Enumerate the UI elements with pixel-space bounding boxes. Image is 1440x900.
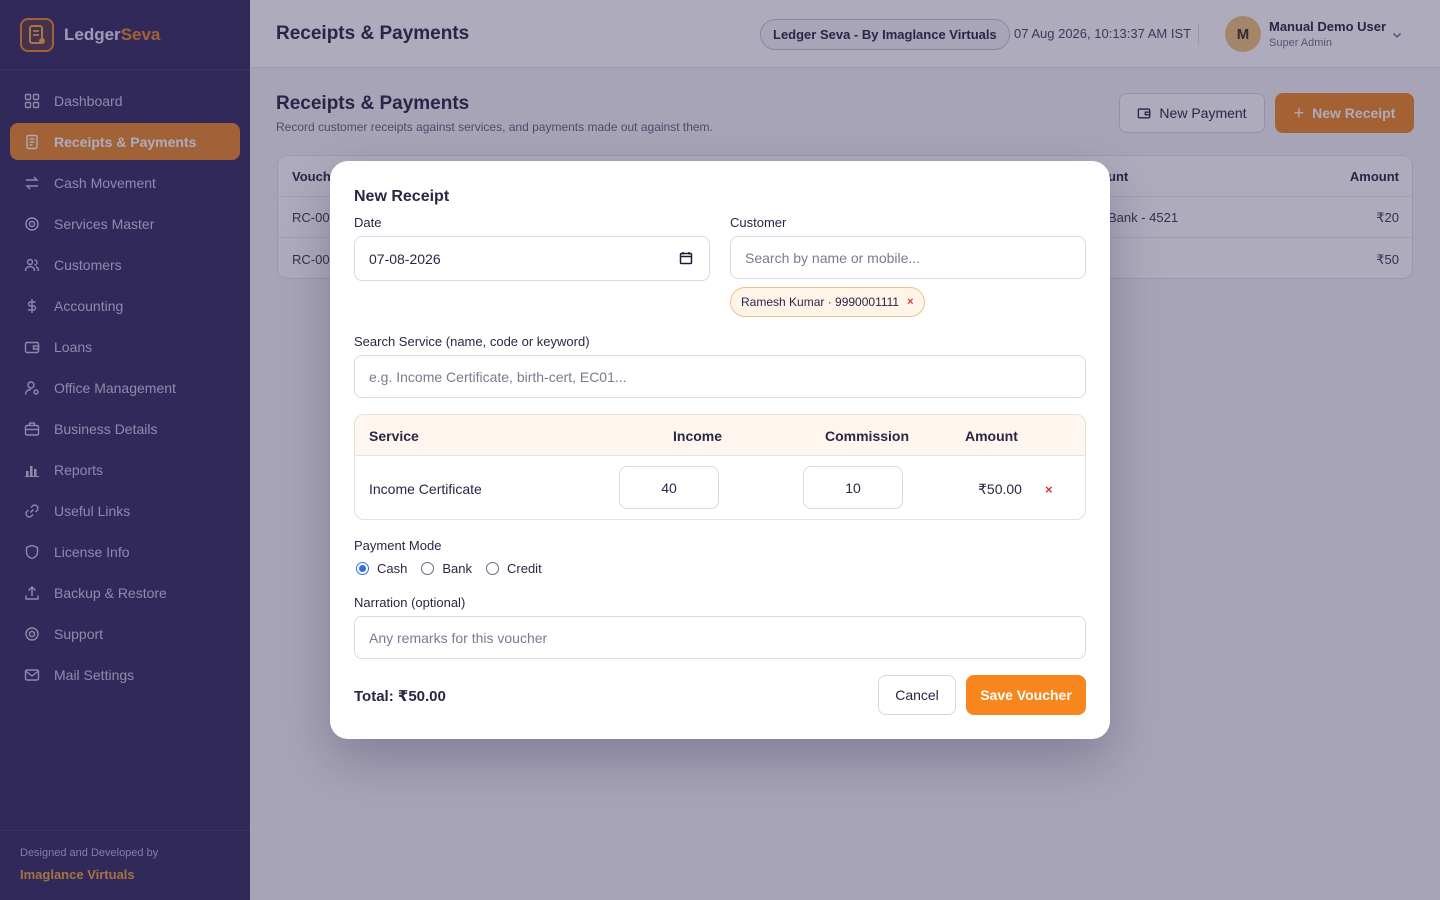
date-input[interactable]: 07-08-2026 xyxy=(354,236,710,281)
col-commission: Commission xyxy=(825,428,910,444)
radio-indicator xyxy=(486,562,499,575)
payment-mode-label: Payment Mode xyxy=(354,538,442,553)
narration-placeholder: Any remarks for this voucher xyxy=(369,629,548,646)
service-amount: ₹50.00 xyxy=(978,481,1022,497)
table-row: Income Certificate 40 10 ₹50.00 × xyxy=(355,456,1085,519)
narration-input[interactable]: Any remarks for this voucher xyxy=(354,616,1086,659)
radio-indicator xyxy=(356,562,369,575)
radio-bank[interactable]: Bank xyxy=(421,561,472,576)
service-search-input[interactable]: e.g. Income Certificate, birth-cert, EC0… xyxy=(354,355,1086,398)
new-receipt-modal: New Receipt Date 07-08-2026 Customer Sea… xyxy=(330,161,1110,739)
selected-customer-chip: Ramesh Kumar · 9990001111 × xyxy=(730,287,925,317)
modal-title: New Receipt xyxy=(354,188,450,205)
col-income: Income xyxy=(673,428,723,444)
commission-input[interactable]: 10 xyxy=(803,466,903,509)
income-input[interactable]: 40 xyxy=(619,466,719,509)
radio-cash[interactable]: Cash xyxy=(356,561,407,576)
remove-row-icon[interactable]: × xyxy=(1045,482,1053,497)
radio-label: Cash xyxy=(377,561,408,576)
customer-label: Customer xyxy=(730,215,787,230)
chip-label: Ramesh Kumar · 9990001111 xyxy=(741,295,900,309)
services-table: Service Income Commission Amount Income … xyxy=(354,414,1086,520)
customer-search-placeholder: Search by name or mobile... xyxy=(745,249,921,266)
radio-label: Bank xyxy=(442,561,472,576)
date-value: 07-08-2026 xyxy=(369,250,441,267)
payment-mode-group: Cash Bank Credit xyxy=(356,561,556,576)
services-table-header: Service Income Commission Amount xyxy=(355,415,1085,456)
customer-search-input[interactable]: Search by name or mobile... xyxy=(730,236,1086,279)
calendar-icon[interactable] xyxy=(679,251,693,268)
col-service: Service xyxy=(369,428,419,444)
cancel-button[interactable]: Cancel xyxy=(878,675,956,715)
close-icon[interactable]: × xyxy=(907,296,913,308)
service-search-placeholder: e.g. Income Certificate, birth-cert, EC0… xyxy=(369,368,627,385)
date-label: Date xyxy=(354,215,382,230)
radio-label: Credit xyxy=(507,561,542,576)
save-voucher-button[interactable]: Save Voucher xyxy=(966,675,1086,715)
radio-credit[interactable]: Credit xyxy=(486,561,542,576)
service-name: Income Certificate xyxy=(369,481,482,497)
col-amount: Amount xyxy=(965,428,1018,444)
service-search-label: Search Service (name, code or keyword) xyxy=(354,334,590,349)
radio-indicator xyxy=(421,562,435,575)
voucher-total: Total: ₹50.00 xyxy=(354,688,446,705)
narration-label: Narration (optional) xyxy=(354,595,466,610)
